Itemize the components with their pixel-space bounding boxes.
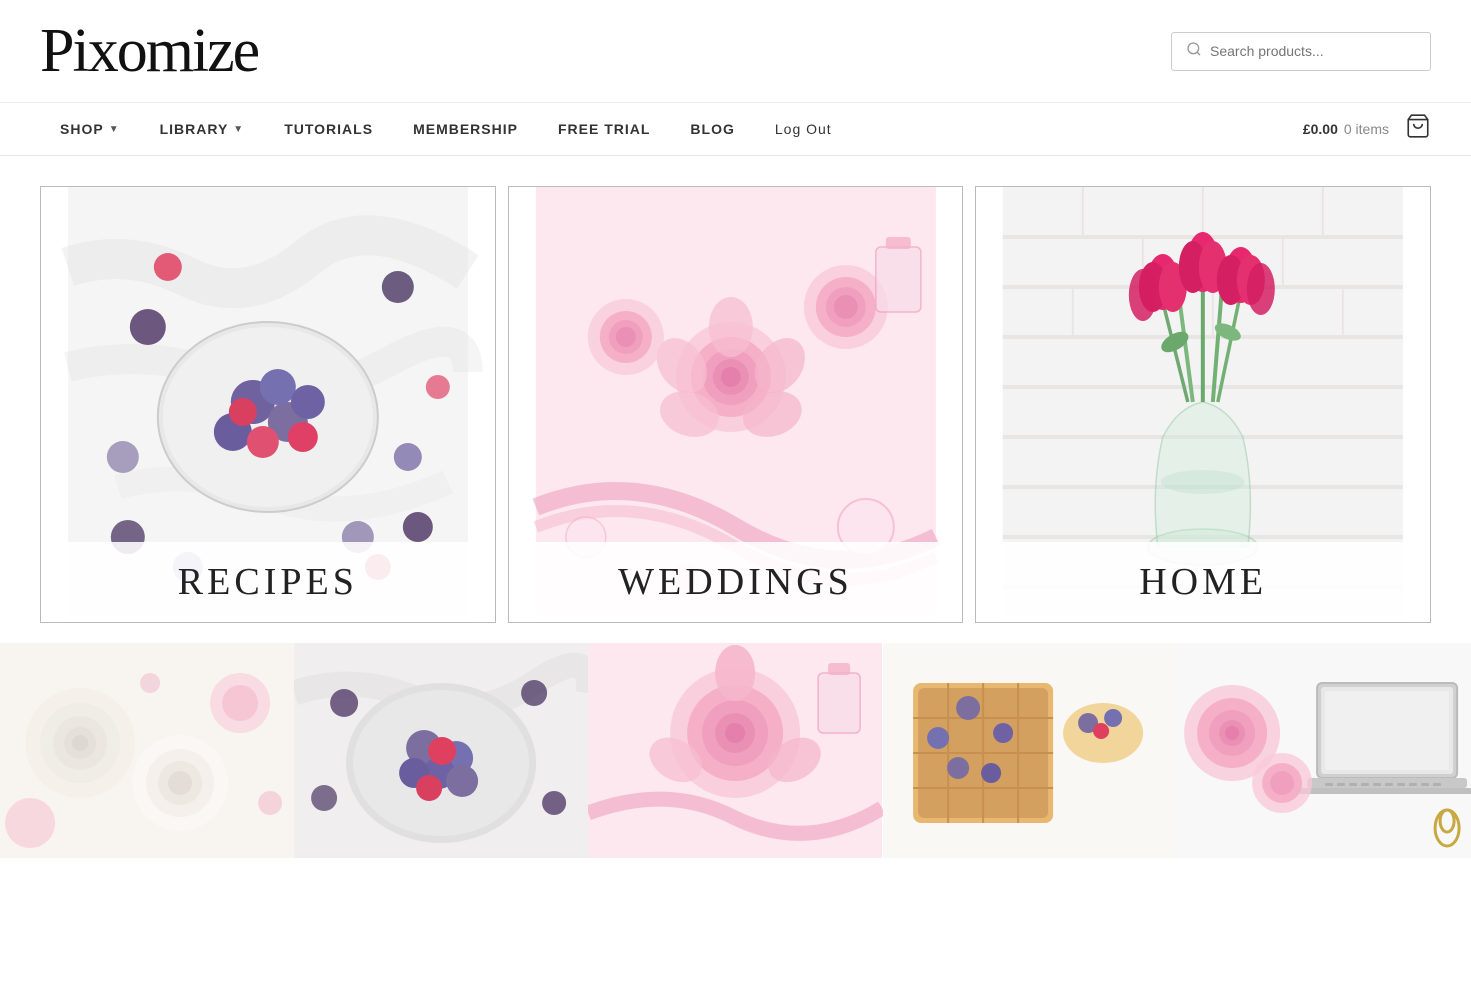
search-input[interactable] <box>1210 43 1416 59</box>
logo[interactable]: Pixomize <box>40 20 258 82</box>
search-icon <box>1186 41 1202 62</box>
strip-item-flowers-white[interactable] <box>0 643 294 858</box>
nav-item-tutorials[interactable]: TUTORIALS <box>264 103 393 155</box>
nav-item-blog[interactable]: BLOG <box>670 103 754 155</box>
gallery-card-weddings[interactable]: WEDDINGS <box>508 186 964 623</box>
gallery-card-label-weddings: WEDDINGS <box>509 542 963 622</box>
nav-left: SHOP ▼ LIBRARY ▼ TUTORIALS MEMBERSHIP FR… <box>40 103 852 155</box>
gallery-grid: RECIPES <box>40 186 1431 623</box>
strip-item-waffles[interactable] <box>883 643 1177 858</box>
chevron-down-icon: ▼ <box>109 124 120 135</box>
gallery-card-recipes[interactable]: RECIPES <box>40 186 496 623</box>
nav-item-membership[interactable]: MEMBERSHIP <box>393 103 538 155</box>
cart-price: £0.00 <box>1303 121 1338 137</box>
nav-item-logout[interactable]: Log Out <box>755 103 852 155</box>
search-box[interactable] <box>1171 32 1431 71</box>
main-nav: SHOP ▼ LIBRARY ▼ TUTORIALS MEMBERSHIP FR… <box>0 103 1471 156</box>
strip-item-roses-pink[interactable] <box>588 643 882 858</box>
nav-item-library[interactable]: LIBRARY ▼ <box>140 103 265 155</box>
cart-icon[interactable] <box>1405 113 1431 145</box>
gallery-card-label-recipes: RECIPES <box>41 542 495 622</box>
cart-items-label: 0 items <box>1344 121 1389 137</box>
nav-item-free-trial[interactable]: FREE TRIAL <box>538 103 670 155</box>
bottom-strip <box>0 643 1471 858</box>
gallery-section: RECIPES <box>0 156 1471 643</box>
nav-item-shop[interactable]: SHOP ▼ <box>40 103 140 155</box>
gallery-card-label-home: HOME <box>976 542 1430 622</box>
gallery-card-home[interactable]: HOME <box>975 186 1431 623</box>
site-header: Pixomize <box>0 0 1471 103</box>
cart-summary[interactable]: £0.00 0 items <box>1303 113 1431 145</box>
chevron-down-icon: ▼ <box>233 124 244 135</box>
strip-item-laptop-roses[interactable] <box>1177 643 1471 858</box>
strip-item-berries[interactable] <box>294 643 588 858</box>
